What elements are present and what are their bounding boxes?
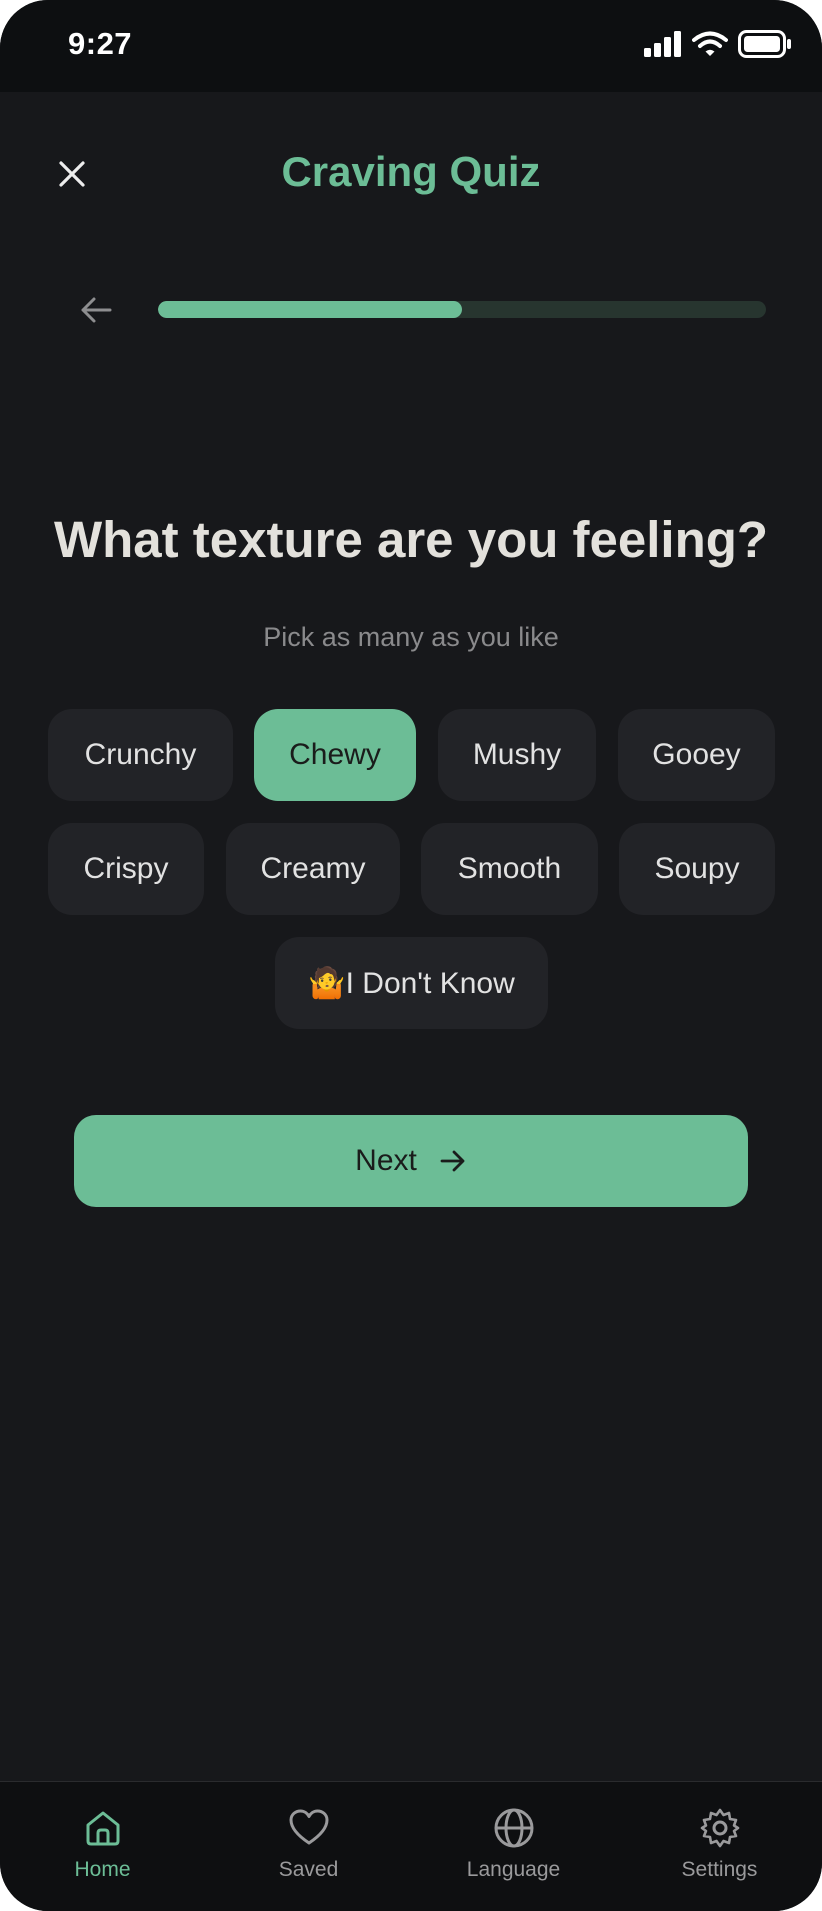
- question-title: What texture are you feeling?: [53, 511, 769, 568]
- tab-label-language: Language: [466, 1858, 561, 1881]
- option-chip-gooey[interactable]: Gooey: [618, 709, 775, 801]
- question-hint: Pick as many as you like: [263, 622, 559, 652]
- app-screen: 9:27 Craving Quiz What texture are you f…: [0, 0, 822, 1911]
- option-chip-chewy[interactable]: Chewy: [254, 709, 416, 801]
- tab-label-home: Home: [74, 1858, 131, 1881]
- next-button[interactable]: Next: [74, 1115, 748, 1207]
- arrow-right-icon: [440, 1150, 465, 1172]
- progress-bar: [158, 301, 766, 318]
- heart-icon: [287, 1806, 331, 1850]
- tab-language[interactable]: Language: [411, 1782, 616, 1911]
- globe-icon: [492, 1806, 536, 1850]
- status-icons: [644, 30, 792, 58]
- progress-row: [0, 280, 822, 340]
- gear-icon: [698, 1806, 742, 1850]
- status-time: 9:27: [68, 26, 133, 61]
- status-bar: 9:27: [0, 0, 822, 92]
- page-title: Craving Quiz: [281, 148, 541, 195]
- tab-label-saved: Saved: [278, 1858, 339, 1881]
- home-icon: [81, 1806, 125, 1850]
- bottom-tab-bar: Home Saved Language Settings: [0, 1781, 822, 1911]
- tab-settings[interactable]: Settings: [617, 1782, 822, 1911]
- option-chip-dont-know[interactable]: 🤷I Don't Know: [275, 937, 548, 1029]
- next-button-label: Next: [355, 1144, 417, 1177]
- progress-fill: [158, 301, 462, 318]
- arrow-left-icon: [81, 297, 112, 323]
- tab-label-settings: Settings: [681, 1858, 758, 1881]
- option-chip-smooth[interactable]: Smooth: [421, 823, 598, 915]
- signal-icon: [644, 31, 681, 57]
- tab-home[interactable]: Home: [0, 1782, 205, 1911]
- option-chip-crispy[interactable]: Crispy: [48, 823, 204, 915]
- option-chip-crunchy[interactable]: Crunchy: [48, 709, 233, 801]
- option-chip-mushy[interactable]: Mushy: [438, 709, 596, 801]
- wifi-icon: [692, 31, 728, 56]
- option-chip-soupy[interactable]: Soupy: [619, 823, 775, 915]
- back-button[interactable]: [72, 286, 120, 334]
- header: Craving Quiz: [0, 92, 822, 252]
- battery-icon: [738, 30, 791, 58]
- tab-saved[interactable]: Saved: [206, 1782, 411, 1911]
- option-chip-creamy[interactable]: Creamy: [226, 823, 400, 915]
